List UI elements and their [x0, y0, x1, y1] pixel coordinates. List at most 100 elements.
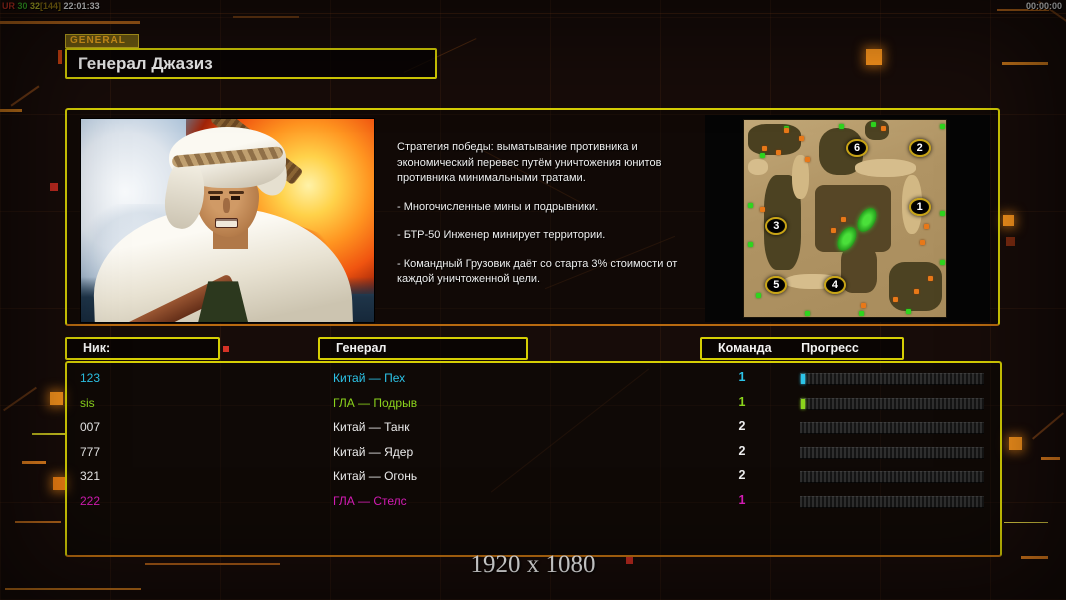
- progress-bar: [800, 446, 984, 459]
- player-general: Китай — Огонь: [333, 469, 418, 483]
- table-row: 123 Китай — Пех 1: [67, 367, 1000, 392]
- debug-segment: [144]: [40, 1, 64, 11]
- terrain-patch: [748, 123, 801, 156]
- player-nick: sis: [80, 395, 95, 410]
- player-team: 2: [738, 443, 746, 458]
- progress-bar: [800, 495, 984, 508]
- terrain-patch: [855, 159, 916, 178]
- debug-overlay: UR 30 32[144] 22:01:33: [2, 1, 100, 11]
- circuit-decoration: [50, 392, 63, 405]
- general-name: Генерал Джазиз: [78, 54, 213, 73]
- progress-bar: [800, 397, 984, 410]
- player-nick: 777: [80, 444, 101, 459]
- debug-segment: 32: [30, 1, 41, 11]
- table-row: 007 Китай — Танк 2: [67, 416, 1000, 441]
- orange-resource-dot: [762, 145, 768, 151]
- circuit-decoration: [866, 49, 882, 65]
- eyebrow: [207, 190, 223, 195]
- player-nick: 321: [80, 469, 101, 483]
- green-resource-dot: [748, 202, 754, 208]
- green-resource-dot: [760, 153, 766, 159]
- orange-resource-dot: [893, 297, 899, 303]
- player-table-body: 123 Китай — Пех 1 sis ГЛА — Подрыв 1 007 Китай …: [65, 361, 1002, 557]
- player-team: 2: [738, 468, 746, 482]
- circuit-decoration: [0, 21, 140, 24]
- spawn-marker-4: 4: [823, 276, 846, 295]
- circuit-decoration: [1041, 457, 1060, 460]
- player-general: Китай — Пех: [333, 371, 406, 385]
- progress-bar: [800, 422, 984, 434]
- green-resource-dot: [838, 123, 844, 129]
- circuit-decoration: [58, 50, 62, 64]
- progress-bar-fill: [801, 374, 805, 384]
- orange-resource-dot: [861, 303, 867, 309]
- progress-bar: [800, 373, 984, 385]
- green-resource-dot: [905, 309, 911, 315]
- eye: [209, 196, 220, 200]
- player-team: 1: [738, 370, 746, 384]
- debug-segment: UR: [2, 1, 18, 11]
- circuit-decoration: [0, 13, 1066, 14]
- orange-resource-dot: [923, 224, 929, 230]
- player-team: 1: [738, 492, 746, 507]
- strategy-paragraph: - Командный Грузовик даёт со старта 3% с…: [397, 257, 678, 286]
- spawn-marker-5: 5: [765, 276, 788, 295]
- circuit-decoration: [1002, 62, 1048, 65]
- circuit-decoration: [10, 85, 40, 107]
- strategy-text: Стратегия победы: выматывание противника…: [397, 140, 703, 301]
- strategy-paragraph: - БТР-50 Инженер минирует территории.: [397, 229, 606, 241]
- spawn-marker-1: 1: [908, 197, 931, 216]
- green-resource-dot: [939, 123, 945, 129]
- player-team: 1: [738, 394, 746, 409]
- player-general: Китай — Ядер: [333, 444, 414, 459]
- circuit-decoration: [15, 521, 61, 523]
- table-row: 321 Китай — Огонь 2: [67, 465, 1000, 490]
- green-resource-dot: [756, 293, 762, 299]
- circuit-decoration: [1032, 412, 1064, 440]
- circuit-decoration: [1006, 237, 1015, 246]
- gritted-teeth: [215, 218, 238, 229]
- eye: [230, 196, 241, 200]
- circuit-decoration: [223, 346, 229, 352]
- circuit-decoration: [3, 386, 37, 412]
- progress-bar-fill: [801, 398, 805, 409]
- orange-resource-dot: [798, 135, 804, 141]
- orange-resource-dot: [840, 216, 846, 222]
- match-timer: 00:00:00: [1025, 1, 1062, 11]
- orange-resource-dot: [830, 228, 836, 234]
- player-general: ГЛА — Стелс: [333, 493, 407, 508]
- strategy-paragraph: Стратегия победы: выматывание противника…: [397, 141, 662, 184]
- minimap: 123456: [743, 119, 947, 318]
- orange-resource-dot: [919, 240, 925, 246]
- player-general: Китай — Танк: [333, 420, 410, 434]
- green-resource-dot: [939, 259, 945, 265]
- green-resource-dot: [939, 210, 945, 216]
- orange-resource-dot: [881, 125, 887, 131]
- eyebrow: [229, 190, 245, 195]
- circuit-decoration: [22, 461, 46, 464]
- orange-resource-dot: [913, 289, 919, 295]
- circuit-decoration: [1009, 437, 1022, 450]
- column-header-team-progress: Команда Прогресс: [700, 337, 904, 360]
- player-general: ГЛА — Подрыв: [333, 395, 418, 410]
- green-resource-dot: [859, 311, 865, 317]
- column-header-nick: Ник:: [65, 337, 220, 360]
- circuit-decoration: [1003, 215, 1014, 226]
- player-nick: 222: [80, 493, 101, 508]
- resolution-label: 1920 x 1080: [470, 551, 596, 578]
- table-row: sis ГЛА — Подрыв 1: [67, 392, 1000, 417]
- general-portrait: [80, 118, 375, 323]
- debug-segment: 30: [17, 1, 31, 11]
- green-resource-dot: [804, 311, 810, 317]
- column-header-progress: Прогресс: [801, 341, 859, 355]
- orange-resource-dot: [927, 275, 933, 281]
- orange-resource-dot: [776, 149, 782, 155]
- spawn-marker-6: 6: [846, 138, 869, 157]
- circuit-decoration: [233, 16, 299, 18]
- table-row: 222 ГЛА — Стелс 1: [67, 490, 1000, 515]
- circuit-decoration: [0, 109, 22, 112]
- player-nick: 007: [80, 420, 101, 434]
- orange-resource-dot: [784, 127, 790, 133]
- terrain-patch: [889, 261, 942, 312]
- progress-bar: [800, 471, 984, 483]
